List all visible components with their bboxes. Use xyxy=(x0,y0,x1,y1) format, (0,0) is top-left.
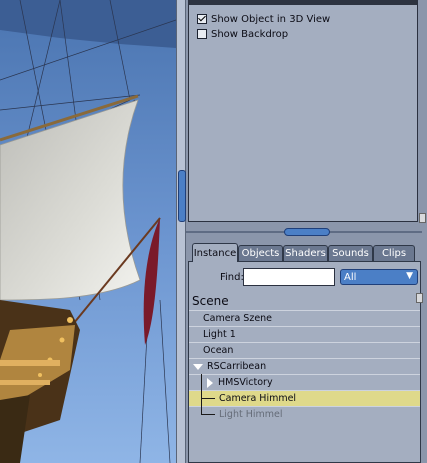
scene-item-label: HMSVictory xyxy=(218,377,273,388)
scene-item-label: Camera Szene xyxy=(203,313,273,324)
show-object-in-3d-view-row[interactable]: Show Object in 3D View xyxy=(197,12,330,26)
panel-splitter-handle[interactable] xyxy=(284,228,330,236)
splitter-handle[interactable] xyxy=(178,170,186,222)
scene-item-label: Camera Himmel xyxy=(219,393,297,404)
properties-header xyxy=(189,0,417,5)
ship-render xyxy=(0,0,176,463)
tab-instance[interactable]: Instance xyxy=(192,243,238,262)
tab-objects[interactable]: Objects xyxy=(238,245,283,261)
scene-item-camera-himmel[interactable]: Camera Himmel xyxy=(189,390,420,406)
3d-viewport[interactable] xyxy=(0,0,176,463)
scene-resize-tab[interactable] xyxy=(416,293,423,303)
scene-item-ocean[interactable]: Ocean xyxy=(189,342,420,358)
show-backdrop-label: Show Backdrop xyxy=(211,28,289,40)
show-backdrop-checkbox[interactable] xyxy=(197,29,207,39)
scene-title: Scene xyxy=(192,294,229,308)
scene-item-label: Light Himmel xyxy=(219,409,283,420)
properties-panel: Show Object in 3D View Show Backdrop xyxy=(188,0,418,222)
scene-item-label: Ocean xyxy=(203,345,234,356)
scene-item-light-himmel[interactable]: Light Himmel xyxy=(189,406,420,422)
show-object-label: Show Object in 3D View xyxy=(211,13,331,25)
tab-bar: Instance Objects Shaders Sounds Clips xyxy=(188,243,421,262)
chevron-down-icon: ▼ xyxy=(406,271,413,281)
tab-clips[interactable]: Clips xyxy=(373,245,415,261)
tree-connector xyxy=(201,374,202,414)
expand-triangle-icon[interactable] xyxy=(193,363,203,370)
show-object-checkbox[interactable] xyxy=(197,14,207,24)
collapse-triangle-icon[interactable] xyxy=(207,377,213,388)
show-backdrop-row[interactable]: Show Backdrop xyxy=(197,27,288,41)
scene-panel: Instance Objects Shaders Sounds Clips Fi… xyxy=(188,243,423,463)
scene-body: Find: All ▼ Scene Camera Szene Light 1 O… xyxy=(188,261,421,463)
right-panel: Show Object in 3D View Show Backdrop Ins… xyxy=(186,0,427,463)
tree-connector xyxy=(201,398,215,399)
find-label: Find: xyxy=(220,272,244,283)
scene-item-rscarribean[interactable]: RSCarribean xyxy=(189,358,420,374)
filter-selected: All xyxy=(344,271,357,283)
viewport-splitter[interactable] xyxy=(176,0,186,463)
panel-resize-tab[interactable] xyxy=(419,213,426,223)
tab-sounds[interactable]: Sounds xyxy=(328,245,373,261)
filter-select[interactable]: All ▼ xyxy=(340,269,418,285)
scene-item-label: RSCarribean xyxy=(207,361,267,372)
tree-connector xyxy=(201,414,215,415)
scene-item-hmsvictory[interactable]: HMSVictory xyxy=(189,374,420,390)
scene-item-label: Light 1 xyxy=(203,329,236,340)
scene-item-camera-szene[interactable]: Camera Szene xyxy=(189,310,420,326)
scene-item-light-1[interactable]: Light 1 xyxy=(189,326,420,342)
find-input[interactable] xyxy=(243,268,335,286)
tab-shaders[interactable]: Shaders xyxy=(283,245,328,261)
